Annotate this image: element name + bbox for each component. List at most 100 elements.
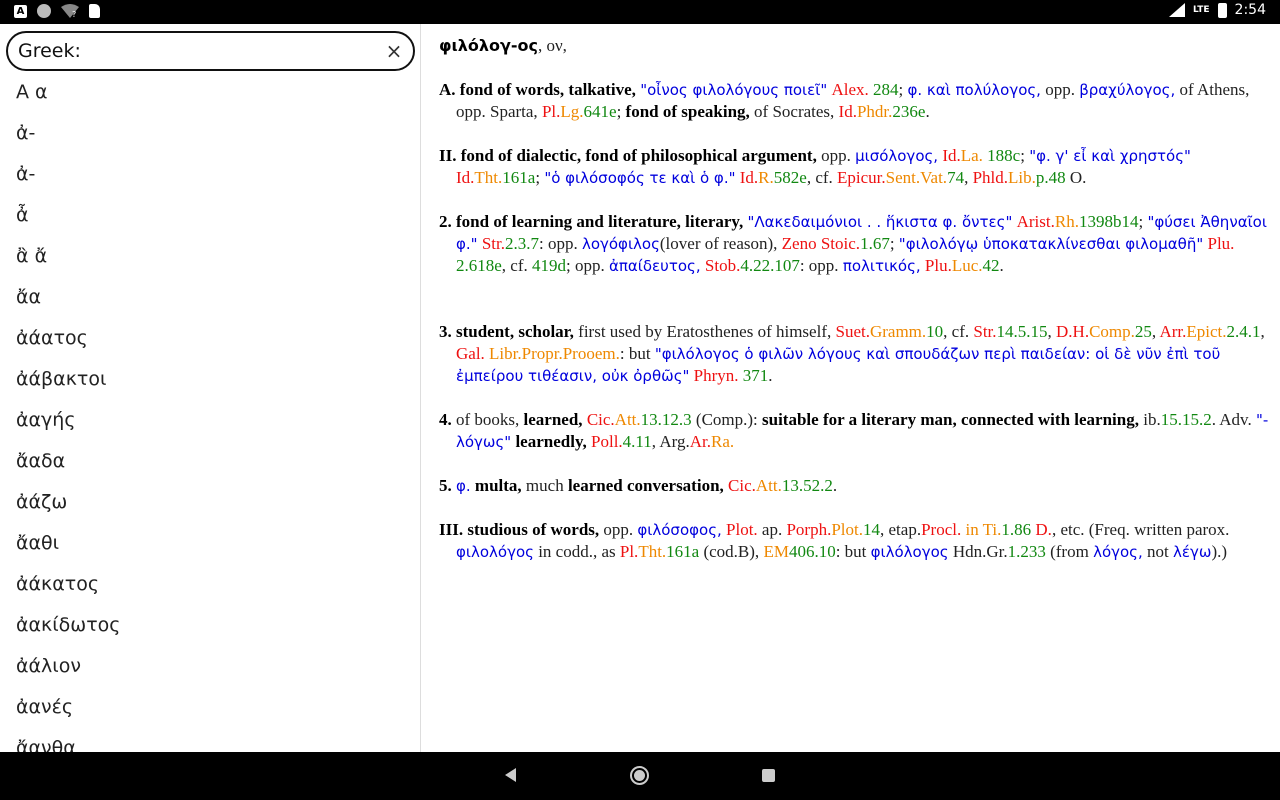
- locus-number[interactable]: 284: [869, 80, 899, 99]
- word-list-item[interactable]: ἀακίδωτος: [0, 605, 420, 646]
- word-list-item[interactable]: ἄανθα: [0, 728, 420, 752]
- locus-number[interactable]: 42: [983, 256, 1000, 275]
- word-list-item[interactable]: ἄα: [0, 277, 420, 318]
- work-ref[interactable]: Lib.: [1008, 168, 1036, 187]
- locus-number[interactable]: 2.4.1: [1227, 322, 1261, 341]
- locus-number[interactable]: 25: [1135, 322, 1152, 341]
- word-list-item[interactable]: ἄαδα: [0, 441, 420, 482]
- home-icon[interactable]: [630, 766, 649, 785]
- work-ref[interactable]: Plot.: [831, 520, 863, 539]
- work-ref[interactable]: La.: [961, 146, 983, 165]
- locus-number[interactable]: 188c: [983, 146, 1020, 165]
- work-ref[interactable]: Sent.Vat.: [886, 168, 947, 187]
- locus-number[interactable]: 1.86: [1001, 520, 1031, 539]
- author-ref[interactable]: D.H.: [1056, 322, 1089, 341]
- work-ref[interactable]: Att.: [756, 476, 782, 495]
- locus-number[interactable]: 14.5.15: [997, 322, 1048, 341]
- work-ref[interactable]: EM: [763, 542, 789, 561]
- locus-number[interactable]: p.48: [1036, 168, 1066, 187]
- back-icon[interactable]: [505, 768, 516, 782]
- word-list-item[interactable]: ἀ-: [0, 154, 420, 195]
- word-list-item[interactable]: ἀανές: [0, 687, 420, 728]
- author-ref[interactable]: Cic.: [583, 410, 615, 429]
- work-ref[interactable]: Lg.: [560, 102, 583, 121]
- locus-number[interactable]: 236e: [892, 102, 925, 121]
- author-ref[interactable]: Id.: [839, 102, 857, 121]
- author-ref[interactable]: Str.: [478, 234, 505, 253]
- locus-number[interactable]: 161a: [666, 542, 699, 561]
- locus-number[interactable]: 1.67: [860, 234, 890, 253]
- locus-number[interactable]: 13.12.3: [641, 410, 692, 429]
- work-ref[interactable]: Tht.: [474, 168, 502, 187]
- author-ref[interactable]: Pl.: [542, 102, 560, 121]
- author-ref[interactable]: Plu.: [1203, 234, 1235, 253]
- author-ref[interactable]: Epicur.: [837, 168, 886, 187]
- word-list-item[interactable]: ἄαθι: [0, 523, 420, 564]
- author-ref[interactable]: Phryn.: [689, 366, 739, 385]
- author-ref[interactable]: Gal.: [456, 344, 485, 363]
- author-ref[interactable]: Plot.: [722, 520, 758, 539]
- work-ref[interactable]: R.: [758, 168, 774, 187]
- locus-number[interactable]: 4.22.107: [740, 256, 800, 275]
- author-ref[interactable]: D.: [1031, 520, 1052, 539]
- author-ref[interactable]: Plu.: [921, 256, 952, 275]
- author-ref[interactable]: Stob.: [701, 256, 740, 275]
- locus-number[interactable]: 419d: [532, 256, 566, 275]
- word-list-item[interactable]: ἀάβακτοι: [0, 359, 420, 400]
- locus-number[interactable]: 406.10: [789, 542, 836, 561]
- recents-icon[interactable]: [762, 769, 775, 782]
- word-list-item[interactable]: ἂ ἄ: [0, 236, 420, 277]
- author-ref[interactable]: Id.: [938, 146, 960, 165]
- author-ref[interactable]: Procl.: [921, 520, 961, 539]
- work-ref[interactable]: Comp.: [1089, 322, 1135, 341]
- author-ref[interactable]: Alex.: [827, 80, 868, 99]
- author-ref[interactable]: Id.: [456, 168, 474, 187]
- author-ref[interactable]: Arist.: [1012, 212, 1055, 231]
- word-list-item[interactable]: ἀάλιον: [0, 646, 420, 687]
- word-list-item[interactable]: ἆ: [0, 195, 420, 236]
- author-ref[interactable]: Ar.: [690, 432, 711, 451]
- search-input[interactable]: [18, 38, 378, 64]
- locus-number[interactable]: 2.618e: [456, 256, 502, 275]
- locus-number[interactable]: 1398b14: [1079, 212, 1139, 231]
- work-ref[interactable]: Epict.: [1186, 322, 1226, 341]
- locus-number[interactable]: 13.52.2: [782, 476, 833, 495]
- work-ref[interactable]: Tht.: [638, 542, 666, 561]
- locus-number[interactable]: 641e: [584, 102, 617, 121]
- author-ref[interactable]: Id.: [736, 168, 758, 187]
- author-ref[interactable]: Str.: [973, 322, 996, 341]
- word-list-item[interactable]: ἀαγής: [0, 400, 420, 441]
- word-list-item[interactable]: ἀάατος: [0, 318, 420, 359]
- author-ref[interactable]: Pl.: [620, 542, 638, 561]
- locus-number[interactable]: 2.3.7: [505, 234, 539, 253]
- work-ref[interactable]: Phdr.: [857, 102, 892, 121]
- locus-number[interactable]: 4.11: [623, 432, 652, 451]
- work-ref[interactable]: Luc.: [952, 256, 983, 275]
- word-list-item[interactable]: Α α: [0, 72, 420, 113]
- locus-number[interactable]: 1.233: [1008, 542, 1046, 561]
- word-list-item[interactable]: ἀάζω: [0, 482, 420, 523]
- author-ref[interactable]: Arr.: [1159, 322, 1186, 341]
- work-ref[interactable]: Att.: [615, 410, 641, 429]
- locus-number[interactable]: 14: [863, 520, 880, 539]
- locus-number[interactable]: 371: [739, 366, 769, 385]
- clear-search-icon[interactable]: ×: [383, 38, 405, 64]
- author-ref[interactable]: Suet.: [835, 322, 869, 341]
- work-ref[interactable]: in Ti.: [961, 520, 1001, 539]
- author-ref[interactable]: Phld.: [973, 168, 1008, 187]
- locus-number[interactable]: 74: [947, 168, 964, 187]
- locus-number[interactable]: 10: [926, 322, 943, 341]
- work-ref[interactable]: Ra.: [711, 432, 734, 451]
- locus-number[interactable]: 582e: [774, 168, 807, 187]
- author-ref[interactable]: Porph.: [786, 520, 831, 539]
- author-ref[interactable]: Poll.: [587, 432, 623, 451]
- author-ref[interactable]: Zeno Stoic.: [782, 234, 860, 253]
- work-ref[interactable]: Rh.: [1055, 212, 1079, 231]
- work-ref[interactable]: Gramm.: [870, 322, 926, 341]
- word-list-item[interactable]: ἀάκατος: [0, 564, 420, 605]
- work-ref[interactable]: Libr.Propr.Prooem.: [485, 344, 620, 363]
- locus-number[interactable]: 161a: [502, 168, 535, 187]
- word-list-item[interactable]: ἀ-: [0, 113, 420, 154]
- locus-number[interactable]: 15.15.2: [1161, 410, 1212, 429]
- author-ref[interactable]: Cic.: [724, 476, 756, 495]
